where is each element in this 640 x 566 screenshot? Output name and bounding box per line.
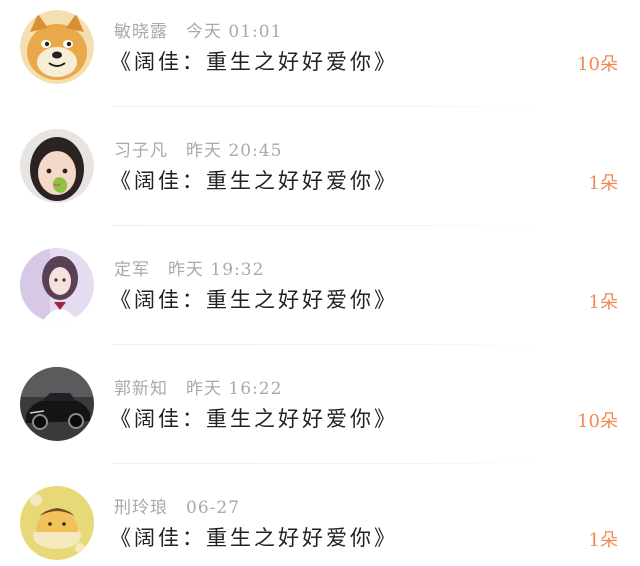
book-title[interactable]: 《阔佳：重生之好好爱你》 [110, 165, 398, 195]
book-title[interactable]: 《阔佳：重生之好好爱你》 [110, 522, 398, 552]
cartoon-pudding-avatar-icon [20, 486, 94, 560]
comment-meta: 习子凡 昨天 20:45 [114, 136, 283, 161]
username[interactable]: 定军 [114, 260, 150, 280]
divider [112, 106, 550, 107]
timestamp: 昨天 19:32 [168, 260, 265, 280]
divider [112, 463, 550, 464]
comment-meta: 定军 昨天 19:32 [114, 255, 265, 280]
timestamp: 06-27 [186, 498, 241, 518]
flower-count: 1朵 [588, 173, 618, 194]
avatar[interactable] [20, 10, 94, 84]
timestamp: 今天 01:01 [186, 22, 283, 42]
flower-count: 10朵 [577, 54, 618, 75]
flower-count: 10朵 [577, 411, 618, 432]
gift-record-list: 敏晓露 今天 01:01 《阔佳：重生之好好爱你》 10朵 习子凡 昨天 20:45… [0, 0, 640, 566]
list-item[interactable]: 郭新知 昨天 16:22 《阔佳：重生之好好爱你》 10朵 [0, 357, 640, 476]
avatar[interactable] [20, 248, 94, 322]
child-photo-avatar-icon [20, 129, 94, 203]
list-item[interactable]: 习子凡 昨天 20:45 《阔佳：重生之好好爱你》 1朵 [0, 119, 640, 238]
timestamp: 昨天 20:45 [186, 141, 283, 161]
car-photo-avatar-icon [20, 367, 94, 441]
book-title[interactable]: 《阔佳：重生之好好爱你》 [110, 284, 398, 314]
timestamp: 昨天 16:22 [186, 379, 283, 399]
username[interactable]: 习子凡 [114, 141, 168, 161]
avatar[interactable] [20, 129, 94, 203]
username[interactable]: 郭新知 [114, 379, 168, 399]
avatar[interactable] [20, 486, 94, 560]
flower-count: 1朵 [588, 292, 618, 313]
list-item[interactable]: 定军 昨天 19:32 《阔佳：重生之好好爱你》 1朵 [0, 238, 640, 357]
list-item[interactable]: 敏晓露 今天 01:01 《阔佳：重生之好好爱你》 10朵 [0, 0, 640, 119]
avatar[interactable] [20, 367, 94, 441]
book-title[interactable]: 《阔佳：重生之好好爱你》 [110, 46, 398, 76]
flower-count: 1朵 [588, 530, 618, 551]
divider [112, 225, 550, 226]
comment-meta: 郭新知 昨天 16:22 [114, 374, 283, 399]
list-item[interactable]: 刑玲琅 06-27 《阔佳：重生之好好爱你》 1朵 [0, 476, 640, 566]
username[interactable]: 敏晓露 [114, 22, 168, 42]
comment-meta: 敏晓露 今天 01:01 [114, 17, 283, 42]
username[interactable]: 刑玲琅 [114, 498, 168, 518]
girl-photo-avatar-icon [20, 248, 94, 322]
comment-meta: 刑玲琅 06-27 [114, 493, 241, 518]
divider [112, 344, 550, 345]
book-title[interactable]: 《阔佳：重生之好好爱你》 [110, 403, 398, 433]
doge-avatar-icon [20, 10, 94, 84]
